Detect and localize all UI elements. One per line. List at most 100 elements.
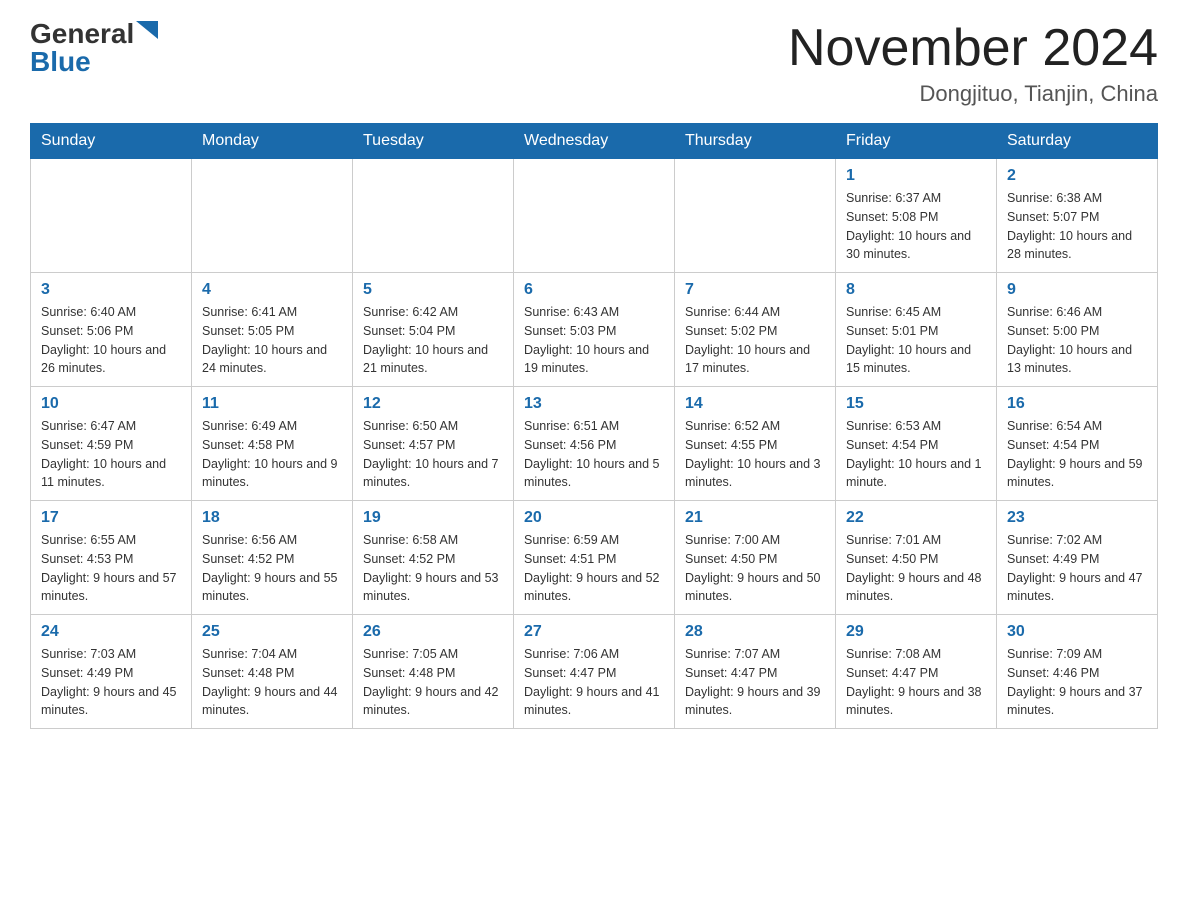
calendar-cell: 9Sunrise: 6:46 AMSunset: 5:00 PMDaylight… [997, 273, 1158, 387]
day-number: 18 [202, 509, 342, 527]
day-info: Sunrise: 6:49 AMSunset: 4:58 PMDaylight:… [202, 417, 342, 492]
month-title: November 2024 [788, 20, 1158, 77]
day-number: 7 [685, 281, 825, 299]
day-number: 20 [524, 509, 664, 527]
calendar-cell [514, 159, 675, 273]
day-number: 3 [41, 281, 181, 299]
calendar-cell: 13Sunrise: 6:51 AMSunset: 4:56 PMDayligh… [514, 387, 675, 501]
calendar-cell: 17 Sunrise: 6:55 AMSunset: 4:53 PMDayligh… [31, 501, 192, 615]
logo-general-text: General [30, 20, 134, 48]
calendar-cell: 11 Sunrise: 6:49 AMSunset: 4:58 PMDayligh… [192, 387, 353, 501]
calendar-cell: 24 Sunrise: 7:03 AMSunset: 4:49 PMDayligh… [31, 615, 192, 729]
calendar-cell: 16 Sunrise: 6:54 AMSunset: 4:54 PMDayligh… [997, 387, 1158, 501]
day-info: Sunrise: 6:37 AMSunset: 5:08 PMDaylight:… [846, 189, 986, 264]
logo-blue-text: Blue [30, 48, 91, 76]
calendar-cell: 26 Sunrise: 7:05 AMSunset: 4:48 PMDayligh… [353, 615, 514, 729]
day-number: 15 [846, 395, 986, 413]
calendar-cell: 8 Sunrise: 6:45 AMSunset: 5:01 PMDaylight… [836, 273, 997, 387]
logo: General Blue [30, 20, 158, 76]
day-number: 17 [41, 509, 181, 527]
calendar-cell: 3 Sunrise: 6:40 AMSunset: 5:06 PMDaylight… [31, 273, 192, 387]
day-info: Sunrise: 6:45 AMSunset: 5:01 PMDaylight:… [846, 303, 986, 378]
day-info: Sunrise: 6:40 AMSunset: 5:06 PMDaylight:… [41, 303, 181, 378]
weekday-header-sunday: Sunday [31, 124, 192, 159]
day-info: Sunrise: 7:00 AMSunset: 4:50 PMDaylight:… [685, 531, 825, 606]
day-number: 27 [524, 623, 664, 641]
day-number: 29 [846, 623, 986, 641]
day-number: 14 [685, 395, 825, 413]
day-number: 16 [1007, 395, 1147, 413]
calendar-cell: 25 Sunrise: 7:04 AMSunset: 4:48 PMDayligh… [192, 615, 353, 729]
day-number: 24 [41, 623, 181, 641]
week-row-3: 10 Sunrise: 6:47 AMSunset: 4:59 PMDayligh… [31, 387, 1158, 501]
week-row-4: 17 Sunrise: 6:55 AMSunset: 4:53 PMDayligh… [31, 501, 1158, 615]
day-info: Sunrise: 7:07 AMSunset: 4:47 PMDaylight:… [685, 645, 825, 720]
calendar-cell: 30Sunrise: 7:09 AMSunset: 4:46 PMDayligh… [997, 615, 1158, 729]
calendar-cell: 21 Sunrise: 7:00 AMSunset: 4:50 PMDayligh… [675, 501, 836, 615]
day-number: 1 [846, 167, 986, 185]
calendar-cell: 28 Sunrise: 7:07 AMSunset: 4:47 PMDayligh… [675, 615, 836, 729]
calendar-cell: 23Sunrise: 7:02 AMSunset: 4:49 PMDayligh… [997, 501, 1158, 615]
day-info: Sunrise: 7:09 AMSunset: 4:46 PMDaylight:… [1007, 645, 1147, 720]
weekday-header-monday: Monday [192, 124, 353, 159]
weekday-header-friday: Friday [836, 124, 997, 159]
calendar-header-row: SundayMondayTuesdayWednesdayThursdayFrid… [31, 124, 1158, 159]
day-number: 2 [1007, 167, 1147, 185]
calendar-cell: 18 Sunrise: 6:56 AMSunset: 4:52 PMDayligh… [192, 501, 353, 615]
calendar-cell: 5Sunrise: 6:42 AMSunset: 5:04 PMDaylight… [353, 273, 514, 387]
weekday-header-wednesday: Wednesday [514, 124, 675, 159]
day-info: Sunrise: 6:43 AMSunset: 5:03 PMDaylight:… [524, 303, 664, 378]
day-info: Sunrise: 6:52 AMSunset: 4:55 PMDaylight:… [685, 417, 825, 492]
day-number: 4 [202, 281, 342, 299]
week-row-2: 3 Sunrise: 6:40 AMSunset: 5:06 PMDaylight… [31, 273, 1158, 387]
day-number: 25 [202, 623, 342, 641]
day-number: 21 [685, 509, 825, 527]
day-number: 19 [363, 509, 503, 527]
calendar-cell: 14 Sunrise: 6:52 AMSunset: 4:55 PMDayligh… [675, 387, 836, 501]
title-block: November 2024 Dongjituo, Tianjin, China [788, 20, 1158, 107]
day-info: Sunrise: 6:42 AMSunset: 5:04 PMDaylight:… [363, 303, 503, 378]
day-number: 10 [41, 395, 181, 413]
day-info: Sunrise: 6:56 AMSunset: 4:52 PMDaylight:… [202, 531, 342, 606]
weekday-header-thursday: Thursday [675, 124, 836, 159]
day-info: Sunrise: 7:03 AMSunset: 4:49 PMDaylight:… [41, 645, 181, 720]
weekday-header-tuesday: Tuesday [353, 124, 514, 159]
day-info: Sunrise: 6:50 AMSunset: 4:57 PMDaylight:… [363, 417, 503, 492]
calendar-cell: 19 Sunrise: 6:58 AMSunset: 4:52 PMDayligh… [353, 501, 514, 615]
week-row-1: 1 Sunrise: 6:37 AMSunset: 5:08 PMDaylight… [31, 159, 1158, 273]
day-info: Sunrise: 7:02 AMSunset: 4:49 PMDaylight:… [1007, 531, 1147, 606]
calendar-cell: 29Sunrise: 7:08 AMSunset: 4:47 PMDayligh… [836, 615, 997, 729]
day-info: Sunrise: 6:54 AMSunset: 4:54 PMDaylight:… [1007, 417, 1147, 492]
calendar-cell: 6 Sunrise: 6:43 AMSunset: 5:03 PMDaylight… [514, 273, 675, 387]
weekday-header-saturday: Saturday [997, 124, 1158, 159]
day-info: Sunrise: 6:58 AMSunset: 4:52 PMDaylight:… [363, 531, 503, 606]
day-number: 28 [685, 623, 825, 641]
day-number: 11 [202, 395, 342, 413]
calendar-table: SundayMondayTuesdayWednesdayThursdayFrid… [30, 123, 1158, 729]
day-info: Sunrise: 6:38 AMSunset: 5:07 PMDaylight:… [1007, 189, 1147, 264]
calendar-cell: 7Sunrise: 6:44 AMSunset: 5:02 PMDaylight… [675, 273, 836, 387]
location-title: Dongjituo, Tianjin, China [788, 81, 1158, 107]
calendar-cell: 4 Sunrise: 6:41 AMSunset: 5:05 PMDaylight… [192, 273, 353, 387]
day-number: 22 [846, 509, 986, 527]
calendar-cell: 10 Sunrise: 6:47 AMSunset: 4:59 PMDayligh… [31, 387, 192, 501]
day-number: 26 [363, 623, 503, 641]
day-info: Sunrise: 6:41 AMSunset: 5:05 PMDaylight:… [202, 303, 342, 378]
calendar-cell: 15Sunrise: 6:53 AMSunset: 4:54 PMDayligh… [836, 387, 997, 501]
day-info: Sunrise: 6:47 AMSunset: 4:59 PMDaylight:… [41, 417, 181, 492]
day-number: 6 [524, 281, 664, 299]
calendar-cell: 2 Sunrise: 6:38 AMSunset: 5:07 PMDaylight… [997, 159, 1158, 273]
calendar-cell: 1 Sunrise: 6:37 AMSunset: 5:08 PMDaylight… [836, 159, 997, 273]
page-header: General Blue November 2024 Dongjituo, Ti… [30, 20, 1158, 107]
calendar-cell [353, 159, 514, 273]
day-number: 12 [363, 395, 503, 413]
day-info: Sunrise: 6:55 AMSunset: 4:53 PMDaylight:… [41, 531, 181, 606]
day-info: Sunrise: 6:51 AMSunset: 4:56 PMDaylight:… [524, 417, 664, 492]
calendar-cell: 20Sunrise: 6:59 AMSunset: 4:51 PMDayligh… [514, 501, 675, 615]
day-info: Sunrise: 7:04 AMSunset: 4:48 PMDaylight:… [202, 645, 342, 720]
calendar-cell [31, 159, 192, 273]
logo-arrow-icon [136, 21, 158, 39]
day-number: 8 [846, 281, 986, 299]
calendar-cell: 22Sunrise: 7:01 AMSunset: 4:50 PMDayligh… [836, 501, 997, 615]
day-info: Sunrise: 7:05 AMSunset: 4:48 PMDaylight:… [363, 645, 503, 720]
